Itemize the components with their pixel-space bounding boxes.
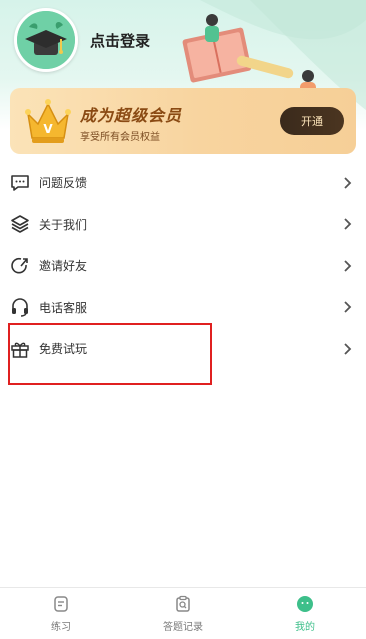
crown-icon: V [25, 99, 71, 143]
bottom-tab-bar: 练习 答题记录 我的 [0, 587, 366, 639]
highlight-box [8, 323, 212, 385]
menu-item-label: 关于我们 [39, 217, 88, 232]
menu-item-phone-support[interactable]: 电话客服 [0, 287, 366, 329]
vip-title: 成为超级会员 [80, 106, 183, 125]
chevron-right-icon [344, 260, 352, 272]
profile-face-icon [295, 594, 315, 614]
tab-mine[interactable]: 我的 [244, 588, 366, 639]
menu-item-about[interactable]: 关于我们 [0, 204, 366, 246]
tab-label: 我的 [295, 622, 315, 633]
crown-letter: V [43, 122, 53, 136]
tab-practice[interactable]: 练习 [0, 588, 122, 639]
graduation-cap-icon [17, 11, 75, 69]
tab-label: 练习 [51, 622, 71, 633]
login-prompt[interactable]: 点击登录 [90, 30, 150, 51]
vip-activate-button[interactable]: 开通 [280, 107, 344, 135]
tab-label: 答题记录 [163, 622, 203, 633]
chevron-right-icon [344, 177, 352, 189]
chevron-right-icon [344, 301, 352, 313]
record-icon [173, 594, 193, 614]
menu-item-label: 电话客服 [39, 300, 88, 315]
layers-icon [10, 214, 30, 234]
feedback-icon [10, 173, 30, 193]
chevron-right-icon [344, 343, 352, 355]
vip-subtitle: 享受所有会员权益 [80, 132, 160, 143]
menu-item-label: 邀请好友 [39, 259, 88, 274]
menu-item-feedback[interactable]: 问题反馈 [0, 162, 366, 204]
menu-item-label: 问题反馈 [39, 176, 88, 191]
tab-answer-records[interactable]: 答题记录 [122, 588, 244, 639]
vip-membership-card[interactable]: V 成为超级会员 享受所有会员权益 开通 [10, 88, 356, 154]
share-arrow-icon [10, 256, 30, 276]
chevron-right-icon [344, 218, 352, 230]
practice-icon [51, 594, 71, 614]
headset-icon [10, 297, 30, 317]
menu-item-invite[interactable]: 邀请好友 [0, 245, 366, 287]
avatar[interactable] [14, 8, 78, 72]
